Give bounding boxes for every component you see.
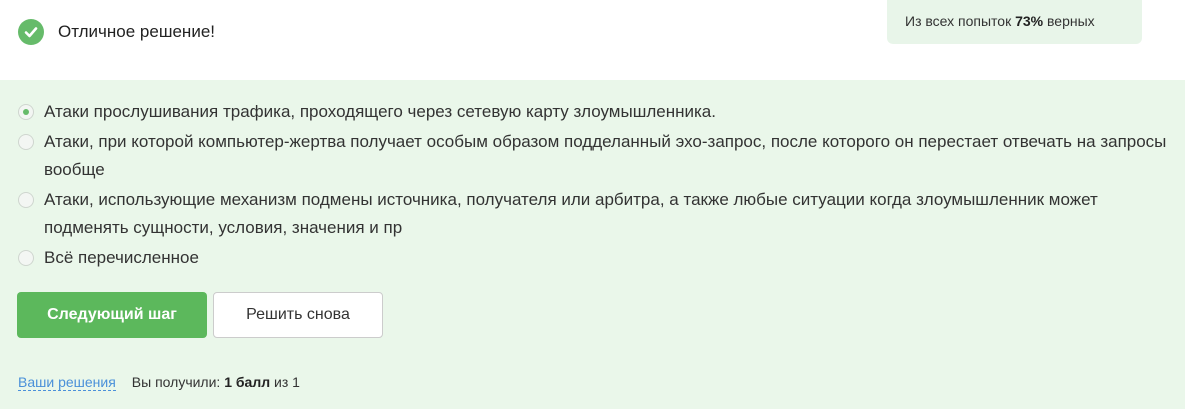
attempts-stats-text: Из всех попыток 73% верных bbox=[905, 13, 1095, 29]
action-buttons: Следующий шаг Решить снова bbox=[17, 292, 383, 338]
answer-option-4[interactable]: Всё перечисленное bbox=[18, 244, 1168, 272]
feedback-text: Отличное решение! bbox=[58, 22, 215, 41]
radio-button-selected[interactable] bbox=[18, 104, 34, 120]
answer-option-label: Атаки, при которой компьютер-жертва полу… bbox=[44, 132, 1167, 179]
answer-option-1[interactable]: Атаки прослушивания трафика, проходящего… bbox=[18, 98, 1168, 126]
feedback-header: Отличное решение! Из всех попыток 73% ве… bbox=[0, 0, 1185, 80]
score-value: 1 балл bbox=[224, 374, 271, 390]
check-circle-icon bbox=[18, 19, 44, 45]
radio-button[interactable] bbox=[18, 134, 34, 150]
attempts-percent: 73% bbox=[1015, 13, 1044, 29]
feedback-message: Отличное решение! bbox=[18, 19, 215, 45]
answer-option-label: Атаки прослушивания трафика, проходящего… bbox=[44, 102, 716, 121]
next-step-button[interactable]: Следующий шаг bbox=[17, 292, 207, 338]
your-solutions-link[interactable]: Ваши решения bbox=[18, 374, 116, 391]
answer-panel: Атаки прослушивания трафика, проходящего… bbox=[0, 80, 1185, 409]
answer-options: Атаки прослушивания трафика, проходящего… bbox=[18, 98, 1168, 272]
answer-option-label: Атаки, использующие механизм подмены ист… bbox=[44, 190, 1098, 237]
answer-option-3[interactable]: Атаки, использующие механизм подмены ист… bbox=[18, 186, 1168, 242]
solve-again-button[interactable]: Решить снова bbox=[213, 292, 383, 338]
radio-button[interactable] bbox=[18, 250, 34, 266]
attempts-stats: Из всех попыток 73% верных bbox=[887, 0, 1142, 44]
radio-button[interactable] bbox=[18, 192, 34, 208]
answer-option-2[interactable]: Атаки, при которой компьютер-жертва полу… bbox=[18, 128, 1168, 184]
submission-footer: Ваши решения Вы получили: 1 балл из 1 bbox=[18, 374, 300, 391]
score-text: Вы получили: 1 балл из 1 bbox=[131, 374, 300, 390]
answer-option-label: Всё перечисленное bbox=[44, 248, 199, 267]
